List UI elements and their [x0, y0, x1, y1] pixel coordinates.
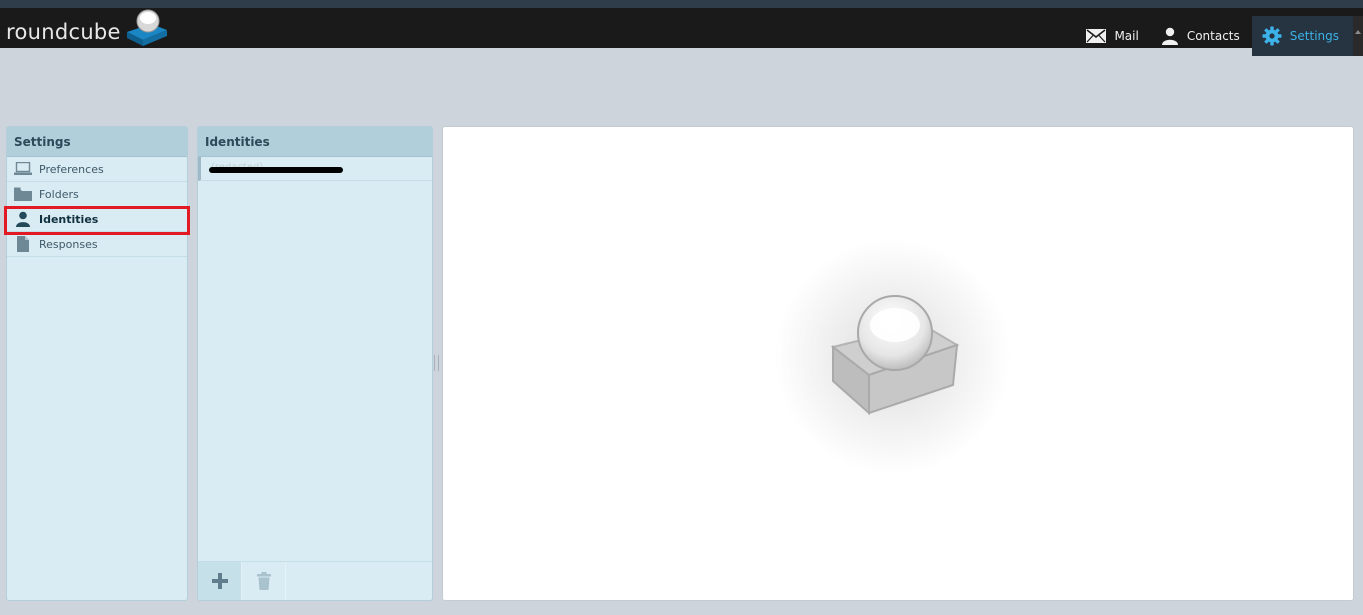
nav-contacts-label: Contacts [1186, 29, 1240, 43]
identity-row[interactable]: (redacted) [198, 157, 432, 181]
roundcube-logo[interactable]: roundcube [6, 9, 171, 48]
person-icon [1161, 27, 1178, 45]
trash-icon [256, 572, 271, 590]
nav-mail[interactable]: Mail [1076, 16, 1150, 56]
settings-nav-list: Preferences Folders Identities Responses [7, 157, 187, 257]
settings-item-label: Responses [39, 237, 98, 251]
roundcube-watermark-icon [775, 239, 1011, 475]
logo-text: roundcube [6, 20, 121, 44]
folder-icon [13, 186, 33, 202]
scroll-up-icon [1355, 30, 1361, 34]
settings-item-label: Preferences [39, 162, 104, 176]
redaction-bar [209, 167, 343, 173]
settings-item-responses[interactable]: Responses [7, 232, 187, 257]
identities-footer [198, 561, 432, 600]
panel-splitter-handle[interactable] [434, 355, 439, 371]
gear-icon [1262, 26, 1282, 46]
settings-item-label: Folders [39, 187, 79, 201]
content-panel [442, 126, 1354, 601]
envelope-icon [1086, 29, 1107, 43]
settings-item-folders[interactable]: Folders [7, 182, 187, 207]
identities-panel-title: Identities [198, 127, 432, 157]
settings-panel-title: Settings [7, 127, 187, 157]
add-identity-button[interactable] [198, 562, 242, 600]
nav-mail-label: Mail [1114, 29, 1139, 43]
delete-identity-button[interactable] [242, 562, 286, 600]
nav-contacts[interactable]: Contacts [1151, 16, 1252, 56]
settings-item-identities[interactable]: Identities [7, 207, 187, 232]
settings-item-label: Identities [39, 212, 99, 226]
settings-item-preferences[interactable]: Preferences [7, 157, 187, 182]
document-icon [13, 236, 33, 252]
window-top-strip [0, 0, 1363, 8]
settings-panel: Settings Preferences Folders Identities … [6, 126, 188, 601]
top-nav: Mail Contacts Settings [1076, 16, 1363, 56]
logo-cube-icon [126, 9, 167, 46]
topnav-scroll-up[interactable] [1353, 16, 1363, 56]
top-bar: roundcube Mail Contacts Settings [0, 8, 1363, 56]
nav-settings[interactable]: Settings [1251, 16, 1353, 56]
plus-icon [211, 573, 228, 589]
laptop-icon [13, 161, 33, 177]
nav-settings-label: Settings [1289, 29, 1339, 43]
identities-panel: Identities (redacted) [197, 126, 433, 601]
person-icon [13, 211, 33, 227]
